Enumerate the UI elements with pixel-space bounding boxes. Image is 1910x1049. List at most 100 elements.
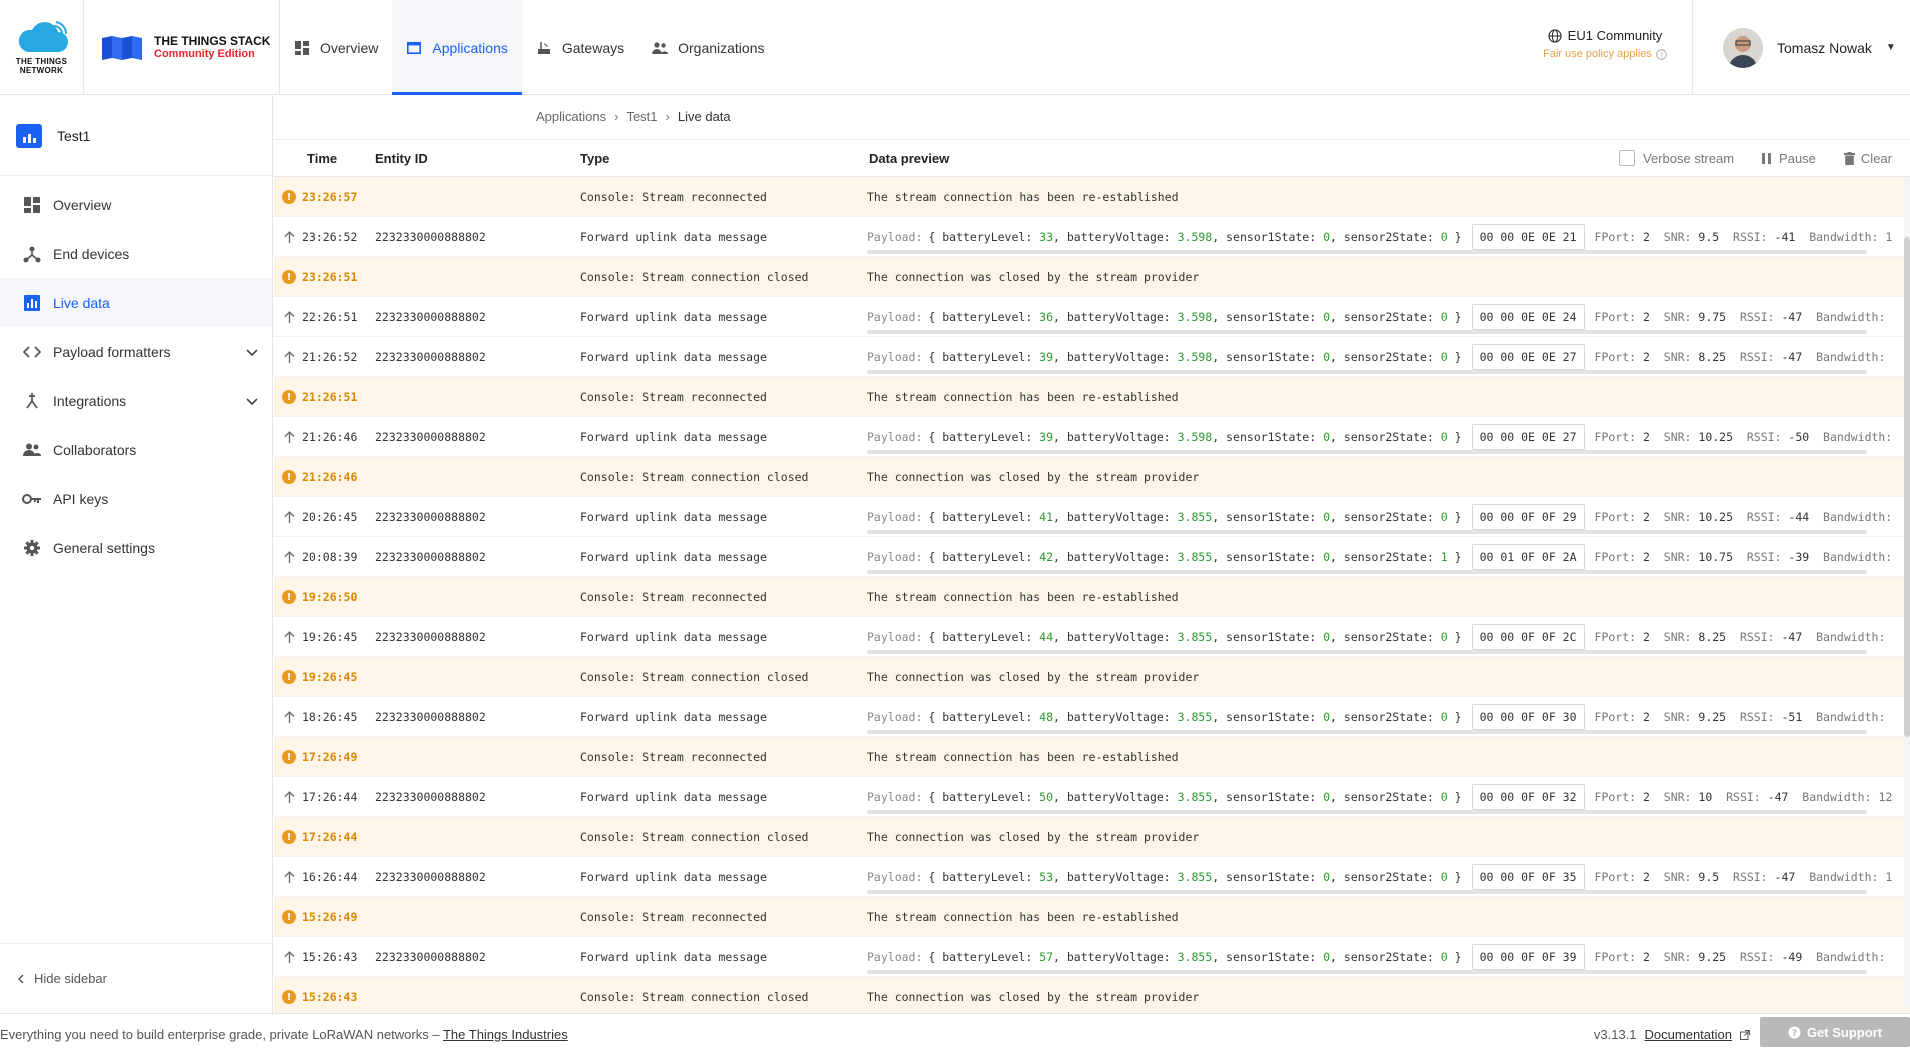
preview-horizontal-scrollbar[interactable] bbox=[867, 570, 1867, 574]
documentation-link[interactable]: Documentation bbox=[1645, 1027, 1732, 1042]
raw-payload-hex[interactable]: 00 00 0F 0F 2C bbox=[1471, 624, 1585, 650]
raw-payload-hex[interactable]: 00 00 0E 0E 21 bbox=[1471, 224, 1585, 250]
get-support-button[interactable]: ? Get Support bbox=[1760, 1017, 1910, 1047]
verbose-checkbox[interactable] bbox=[1619, 150, 1635, 166]
event-row-uplink[interactable]: 20:08:39 2232330000888802 Forward uplink d… bbox=[274, 537, 1910, 577]
sensor2-state: 1 bbox=[1440, 550, 1448, 564]
event-row-warning[interactable]: ! 19:26:50 Console: Stream reconnected The … bbox=[274, 577, 1910, 617]
user-menu[interactable]: Tomasz Nowak ▼ bbox=[1692, 0, 1910, 95]
rssi: -47 bbox=[1767, 790, 1789, 804]
snr: 10.75 bbox=[1698, 550, 1734, 564]
window-icon bbox=[406, 40, 422, 56]
rssi: -39 bbox=[1788, 550, 1810, 564]
sidebar-item-live-data[interactable]: Live data bbox=[0, 278, 272, 327]
raw-payload-hex[interactable]: 00 00 0F 0F 39 bbox=[1471, 944, 1585, 970]
event-preview-text: The connection was closed by the stream … bbox=[867, 990, 1200, 1004]
preview-horizontal-scrollbar[interactable] bbox=[867, 250, 1867, 254]
event-time: 18:26:45 bbox=[302, 710, 358, 724]
stream-controls: Verbose stream Pause Clear bbox=[1619, 150, 1892, 166]
event-type: Forward uplink data message bbox=[580, 790, 767, 804]
event-row-warning[interactable]: ! 23:26:57 Console: Stream reconnected The … bbox=[274, 177, 1910, 217]
payload-json: { batteryLevel: 33, batteryVoltage: 3.59… bbox=[928, 230, 1462, 244]
sidebar-item-payload-formatters[interactable]: Payload formatters bbox=[0, 327, 272, 376]
event-row-warning[interactable]: ! 19:26:45 Console: Stream connection clos… bbox=[274, 657, 1910, 697]
battery-voltage: 3.598 bbox=[1177, 430, 1213, 444]
pause-button[interactable]: Pause bbox=[1762, 150, 1816, 166]
raw-payload-hex[interactable]: 00 01 0F 0F 2A bbox=[1471, 544, 1585, 570]
tts-title: THE THINGS STACK bbox=[154, 34, 271, 48]
warning-icon: ! bbox=[282, 590, 296, 604]
raw-payload-hex[interactable]: 00 00 0F 0F 29 bbox=[1471, 504, 1585, 530]
nav-organizations[interactable]: Organizations bbox=[638, 0, 778, 95]
preview-horizontal-scrollbar[interactable] bbox=[867, 330, 1867, 334]
preview-horizontal-scrollbar[interactable] bbox=[867, 810, 1867, 814]
ttn-logo[interactable]: THE THINGS NETWORK bbox=[0, 0, 84, 95]
hide-sidebar-button[interactable]: Hide sidebar bbox=[0, 943, 272, 1013]
tts-logo[interactable]: THE THINGS STACK Community Edition bbox=[84, 0, 280, 95]
breadcrumb-applications[interactable]: Applications bbox=[536, 109, 606, 124]
verbose-stream-toggle[interactable]: Verbose stream bbox=[1619, 150, 1734, 166]
payload-json: { batteryLevel: 44, batteryVoltage: 3.85… bbox=[928, 630, 1462, 644]
event-row-warning[interactable]: ! 21:26:51 Console: Stream reconnected The … bbox=[274, 377, 1910, 417]
preview-horizontal-scrollbar[interactable] bbox=[867, 970, 1867, 974]
chevron-down-icon[interactable] bbox=[246, 344, 258, 360]
payload-label: Payload: bbox=[867, 230, 923, 244]
event-row-warning[interactable]: ! 17:26:49 Console: Stream reconnected The … bbox=[274, 737, 1910, 777]
nav-label: Organizations bbox=[678, 39, 765, 56]
raw-payload-hex[interactable]: 00 00 0E 0E 27 bbox=[1471, 424, 1585, 450]
raw-payload-hex[interactable]: 00 00 0E 0E 24 bbox=[1471, 304, 1585, 330]
breadcrumb-test1[interactable]: Test1 bbox=[626, 109, 657, 124]
preview-horizontal-scrollbar[interactable] bbox=[867, 450, 1867, 454]
event-row-uplink[interactable]: 21:26:52 2232330000888802 Forward uplink d… bbox=[274, 337, 1910, 377]
app-name: Test1 bbox=[57, 127, 91, 144]
nav-overview[interactable]: Overview bbox=[280, 0, 392, 95]
sidebar-item-general-settings[interactable]: General settings bbox=[0, 523, 272, 572]
footer-company-link[interactable]: The Things Industries bbox=[443, 1027, 568, 1042]
event-row-uplink[interactable]: 20:26:45 2232330000888802 Forward uplink d… bbox=[274, 497, 1910, 537]
battery-level: 50 bbox=[1039, 790, 1054, 804]
raw-payload-hex[interactable]: 00 00 0F 0F 30 bbox=[1471, 704, 1585, 730]
vertical-scrollbar[interactable] bbox=[1904, 177, 1910, 1007]
event-row-uplink[interactable]: 17:26:44 2232330000888802 Forward uplink d… bbox=[274, 777, 1910, 817]
raw-payload-hex[interactable]: 00 00 0F 0F 35 bbox=[1471, 864, 1585, 890]
event-row-uplink[interactable]: 16:26:44 2232330000888802 Forward uplink d… bbox=[274, 857, 1910, 897]
event-row-warning[interactable]: ! 17:26:44 Console: Stream connection clos… bbox=[274, 817, 1910, 857]
preview-horizontal-scrollbar[interactable] bbox=[867, 730, 1867, 734]
clear-button[interactable]: Clear bbox=[1843, 150, 1892, 166]
scrollbar-thumb[interactable] bbox=[1904, 237, 1910, 737]
rssi: -49 bbox=[1781, 950, 1803, 964]
preview-horizontal-scrollbar[interactable] bbox=[867, 890, 1867, 894]
event-row-uplink[interactable]: 21:26:46 2232330000888802 Forward uplink d… bbox=[274, 417, 1910, 457]
uplink-metadata: FPort: 2 SNR: 10.75 RSSI: -39 Bandwidth: bbox=[1594, 550, 1893, 564]
event-row-uplink[interactable]: 18:26:45 2232330000888802 Forward uplink d… bbox=[274, 697, 1910, 737]
nav-applications[interactable]: Applications bbox=[392, 0, 522, 95]
sidebar-item-integrations[interactable]: Integrations bbox=[0, 376, 272, 425]
sidebar-item-end-devices[interactable]: End devices bbox=[0, 229, 272, 278]
sidebar-item-overview[interactable]: Overview bbox=[0, 180, 272, 229]
event-row-uplink[interactable]: 19:26:45 2232330000888802 Forward uplink d… bbox=[274, 617, 1910, 657]
payload-json: { batteryLevel: 41, batteryVoltage: 3.85… bbox=[928, 510, 1462, 524]
live-data-table-header: Time Entity ID Type Data preview Verbose… bbox=[274, 139, 1910, 177]
event-row-warning[interactable]: ! 15:26:49 Console: Stream reconnected The … bbox=[274, 897, 1910, 937]
sidebar-item-collaborators[interactable]: Collaborators bbox=[0, 425, 272, 474]
sidebar-item-api-keys[interactable]: API keys bbox=[0, 474, 272, 523]
preview-horizontal-scrollbar[interactable] bbox=[867, 530, 1867, 534]
event-time: 15:26:43 bbox=[302, 990, 358, 1004]
nav-gateways[interactable]: Gateways bbox=[522, 0, 638, 95]
warning-icon: ! bbox=[282, 190, 296, 204]
preview-horizontal-scrollbar[interactable] bbox=[867, 370, 1867, 374]
chevron-down-icon[interactable] bbox=[246, 393, 258, 409]
event-row-uplink[interactable]: 23:26:52 2232330000888802 Forward uplink d… bbox=[274, 217, 1910, 257]
event-row-uplink[interactable]: 15:26:43 2232330000888802 Forward uplink d… bbox=[274, 937, 1910, 977]
event-row-warning[interactable]: ! 23:26:51 Console: Stream connection clos… bbox=[274, 257, 1910, 297]
battery-voltage: 3.855 bbox=[1177, 870, 1213, 884]
raw-payload-hex[interactable]: 00 00 0F 0F 32 bbox=[1471, 784, 1585, 810]
main-nav: Overview Applications Gateways Organizat… bbox=[280, 0, 779, 95]
uplink-metadata: FPort: 2 SNR: 9.75 RSSI: -47 Bandwidth: bbox=[1594, 310, 1886, 324]
event-row-warning[interactable]: ! 15:26:43 Console: Stream connection clos… bbox=[274, 977, 1910, 1013]
event-row-uplink[interactable]: 22:26:51 2232330000888802 Forward uplink d… bbox=[274, 297, 1910, 337]
preview-horizontal-scrollbar[interactable] bbox=[867, 650, 1867, 654]
fair-use-link[interactable]: Fair use policy applies ? bbox=[1520, 48, 1690, 60]
event-row-warning[interactable]: ! 21:26:46 Console: Stream connection clos… bbox=[274, 457, 1910, 497]
raw-payload-hex[interactable]: 00 00 0E 0E 27 bbox=[1471, 344, 1585, 370]
